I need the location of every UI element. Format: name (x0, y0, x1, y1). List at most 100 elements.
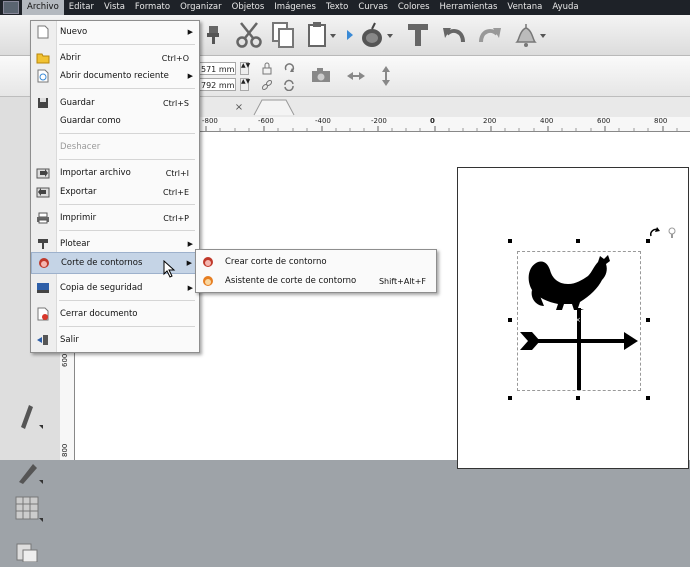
menu-item-exportar[interactable]: Exportar Ctrl+E (31, 181, 199, 203)
shape-tool-icon[interactable] (8, 535, 48, 567)
apple-icon[interactable] (358, 20, 398, 50)
menu-curvas[interactable]: Curvas (353, 0, 392, 15)
undo-icon[interactable] (440, 20, 470, 50)
height-field[interactable]: 792 mm (198, 78, 236, 91)
paint-bucket-icon[interactable] (200, 21, 226, 49)
menu-herramientas[interactable]: Herramientas (435, 0, 503, 15)
menu-item-label: Importar archivo (60, 168, 131, 178)
menu-item-asistente-corte[interactable]: Asistente de corte de contorno Shift+Alt… (196, 270, 436, 292)
ruler-label: 600 (61, 353, 69, 367)
selection-handle[interactable] (576, 396, 580, 400)
menu-item-label: Guardar (60, 98, 95, 108)
menu-separator (59, 230, 195, 231)
menu-item-shortcut: Ctrl+I (165, 168, 189, 178)
menu-separator (59, 300, 195, 301)
paste-icon[interactable] (304, 20, 340, 50)
selection-handle[interactable] (508, 396, 512, 400)
open-folder-icon (36, 51, 50, 65)
ruler-label: -200 (371, 117, 387, 125)
import-icon (36, 166, 50, 180)
ruler-label: 200 (483, 117, 497, 125)
menu-item-label: Imprimir (60, 213, 97, 223)
close-document-icon (36, 307, 50, 321)
contour-cut-icon (37, 256, 51, 270)
ruler-label: 0 (430, 117, 435, 125)
selection-handle[interactable] (508, 318, 512, 322)
menu-item-label: Asistente de corte de contorno (225, 276, 357, 286)
menu-separator (59, 88, 195, 89)
menu-item-abrir-reciente[interactable]: Abrir documento reciente ▶ (31, 65, 199, 87)
lock-icon[interactable] (260, 61, 274, 75)
horizontal-ruler: -800 -600 -400 -200 0 200 400 600 800 (198, 117, 690, 132)
menu-ayuda[interactable]: Ayuda (547, 0, 583, 15)
copy-icon[interactable] (268, 20, 298, 50)
menu-item-label: Abrir (60, 53, 81, 63)
menu-item-shortcut: Ctrl+E (163, 187, 189, 197)
menu-bar: Archivo Editar Vista Formato Organizar O… (0, 0, 690, 15)
menu-archivo[interactable]: Archivo (22, 0, 64, 15)
pattern-tool-icon[interactable] (8, 492, 48, 524)
flip-vertical-icon[interactable] (376, 64, 396, 88)
menu-editar[interactable]: Editar (64, 0, 99, 15)
cut-icon[interactable] (234, 20, 264, 50)
menu-item-label: Plotear (60, 239, 90, 249)
menu-item-label: Salir (60, 335, 79, 345)
bulb-icon (666, 226, 678, 240)
bell-icon[interactable] (512, 20, 552, 50)
menu-imagenes[interactable]: Imágenes (269, 0, 321, 15)
width-spinner[interactable]: ▲▼ (240, 62, 250, 75)
ruler-label: -400 (315, 117, 331, 125)
menu-item-cerrar-documento[interactable]: Cerrar documento (31, 303, 199, 325)
contour-cut-icon (201, 255, 215, 269)
svg-text:×: × (575, 316, 581, 324)
app-icon[interactable] (3, 1, 19, 14)
refresh-icon[interactable] (282, 78, 296, 92)
menu-separator (59, 133, 195, 134)
menu-item-salir[interactable]: Salir (31, 329, 199, 351)
menu-objetos[interactable]: Objetos (227, 0, 270, 15)
camera-icon[interactable] (310, 65, 332, 85)
new-document-icon (36, 25, 50, 39)
menu-item-shortcut: Ctrl+P (163, 213, 189, 223)
selection-handle[interactable] (646, 396, 650, 400)
submenu-arrow-icon: ▶ (187, 284, 193, 292)
selection-handle[interactable] (508, 239, 512, 243)
flip-horizontal-icon[interactable] (346, 66, 366, 86)
menu-organizar[interactable]: Organizar (175, 0, 227, 15)
text-tool-icon[interactable] (404, 20, 432, 50)
menu-item-imprimir[interactable]: Imprimir Ctrl+P (31, 207, 199, 229)
menu-ventana[interactable]: Ventana (502, 0, 547, 15)
menu-item-guardar-como[interactable]: Guardar como (31, 110, 199, 132)
selection-handle[interactable] (646, 318, 650, 322)
width-field[interactable]: 571 mm (198, 62, 236, 75)
save-icon (36, 96, 50, 110)
ruler-label: -600 (258, 117, 274, 125)
rotate-icon[interactable] (282, 61, 296, 75)
mouse-cursor-icon (162, 259, 178, 279)
menu-vista[interactable]: Vista (99, 0, 130, 15)
height-spinner[interactable]: ▲▼ (240, 78, 250, 91)
redo-icon[interactable] (474, 20, 504, 50)
submenu-arrow-icon: ▶ (186, 259, 192, 267)
menu-formato[interactable]: Formato (130, 0, 175, 15)
menu-item-label: Nuevo (60, 27, 88, 37)
menu-item-copia-seguridad[interactable]: Copia de seguridad ▶ (31, 277, 199, 299)
menu-separator (59, 159, 195, 160)
document-tab[interactable] (252, 98, 296, 116)
menu-item-label: Guardar como (60, 116, 121, 126)
rotate-handle-icon[interactable] (648, 226, 662, 240)
link-icon[interactable] (260, 78, 274, 92)
menu-item-nuevo[interactable]: Nuevo ▶ (31, 21, 199, 43)
ruler-label: 600 (597, 117, 611, 125)
export-icon (36, 185, 50, 199)
exit-icon (36, 333, 50, 347)
close-tab-icon[interactable]: × (232, 100, 246, 114)
submenu-arrow-icon: ▶ (187, 240, 193, 248)
submenu-arrow-icon: ▶ (187, 72, 193, 80)
menu-colores[interactable]: Colores (393, 0, 435, 15)
selection-handle[interactable] (576, 239, 580, 243)
menu-item-label: Deshacer (60, 142, 101, 152)
menu-texto[interactable]: Texto (321, 0, 353, 15)
menu-separator (59, 204, 195, 205)
menu-item-label: Copia de seguridad (60, 283, 143, 293)
